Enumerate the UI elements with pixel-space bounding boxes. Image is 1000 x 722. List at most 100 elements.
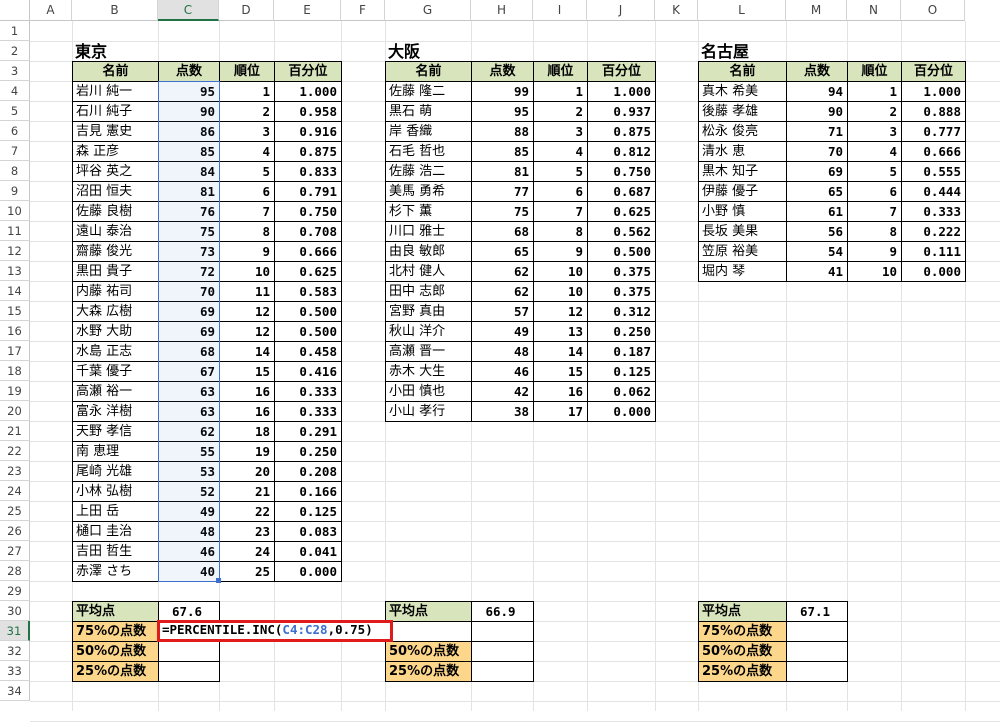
nagoya-value-cell[interactable]: 65 xyxy=(786,181,848,202)
tokyo-value-cell[interactable]: 73 xyxy=(158,241,220,262)
tokyo-value-cell[interactable]: 0.250 xyxy=(274,441,342,462)
tokyo-value-cell[interactable]: 11 xyxy=(219,281,275,302)
tokyo-value-cell[interactable]: 0.750 xyxy=(274,201,342,222)
row-header-17[interactable]: 17 xyxy=(0,341,30,361)
nagoya-avg-value[interactable]: 67.1 xyxy=(786,601,848,622)
tokyo-value-cell[interactable]: 67 xyxy=(158,361,220,382)
tokyo-name-cell[interactable]: 沼田 恒夫 xyxy=(72,181,159,202)
osaka-value-cell[interactable]: 0.125 xyxy=(587,361,656,382)
osaka-value-cell[interactable]: 0.750 xyxy=(587,161,656,182)
tokyo-value-cell[interactable]: 20 xyxy=(219,461,275,482)
nagoya-p25-label[interactable]: 25%の点数 xyxy=(698,661,787,682)
nagoya-value-cell[interactable]: 61 xyxy=(786,201,848,222)
tokyo-name-cell[interactable]: 齋藤 俊光 xyxy=(72,241,159,262)
tokyo-value-cell[interactable]: 52 xyxy=(158,481,220,502)
osaka-value-cell[interactable]: 0.500 xyxy=(587,241,656,262)
tokyo-value-cell[interactable]: 0.791 xyxy=(274,181,342,202)
tokyo-p50-label[interactable]: 50%の点数 xyxy=(72,641,159,662)
osaka-name-cell[interactable]: 黒石 萌 xyxy=(385,101,472,122)
row-header-21[interactable]: 21 xyxy=(0,421,30,441)
tokyo-value-cell[interactable]: 25 xyxy=(219,561,275,582)
osaka-value-cell[interactable]: 0.625 xyxy=(587,201,656,222)
tokyo-value-cell[interactable]: 0.125 xyxy=(274,501,342,522)
nagoya-value-cell[interactable]: 6 xyxy=(847,181,902,202)
osaka-value-cell[interactable]: 14 xyxy=(533,341,588,362)
osaka-avg-label[interactable]: 平均点 xyxy=(385,601,472,622)
osaka-value-cell[interactable]: 1.000 xyxy=(587,81,656,102)
osaka-value-cell[interactable]: 10 xyxy=(533,281,588,302)
tokyo-name-cell[interactable]: 黒田 貴子 xyxy=(72,261,159,282)
row-header-9[interactable]: 9 xyxy=(0,181,30,201)
tokyo-p75-label[interactable]: 75%の点数 xyxy=(72,621,159,642)
nagoya-value-cell[interactable]: 0.333 xyxy=(901,201,966,222)
osaka-value-cell[interactable]: 48 xyxy=(471,341,534,362)
osaka-value-cell[interactable]: 57 xyxy=(471,301,534,322)
tokyo-value-cell[interactable]: 69 xyxy=(158,321,220,342)
osaka-value-cell[interactable]: 46 xyxy=(471,361,534,382)
tokyo-p25-value[interactable] xyxy=(158,661,220,682)
row-header-31[interactable]: 31 xyxy=(0,621,30,641)
tokyo-value-cell[interactable]: 9 xyxy=(219,241,275,262)
tokyo-name-cell[interactable]: 森 正彦 xyxy=(72,141,159,162)
osaka-value-cell[interactable]: 0.187 xyxy=(587,341,656,362)
tokyo-value-cell[interactable]: 0.666 xyxy=(274,241,342,262)
tokyo-value-cell[interactable]: 18 xyxy=(219,421,275,442)
tokyo-value-cell[interactable]: 90 xyxy=(158,101,220,122)
nagoya-value-cell[interactable]: 0.111 xyxy=(901,241,966,262)
row-header-4[interactable]: 4 xyxy=(0,81,30,101)
tokyo-value-cell[interactable]: 0.500 xyxy=(274,321,342,342)
nagoya-p75-label[interactable]: 75%の点数 xyxy=(698,621,787,642)
osaka-value-cell[interactable]: 62 xyxy=(471,281,534,302)
tokyo-value-cell[interactable]: 0.625 xyxy=(274,261,342,282)
tokyo-value-cell[interactable]: 95 xyxy=(158,81,220,102)
nagoya-name-cell[interactable]: 真木 希美 xyxy=(698,81,787,102)
osaka-value-cell[interactable]: 7 xyxy=(533,201,588,222)
row-header-13[interactable]: 13 xyxy=(0,261,30,281)
tokyo-name-cell[interactable]: 水野 大助 xyxy=(72,321,159,342)
tokyo-value-cell[interactable]: 5 xyxy=(219,161,275,182)
osaka-value-cell[interactable]: 0.062 xyxy=(587,381,656,402)
tokyo-name-cell[interactable]: 千葉 優子 xyxy=(72,361,159,382)
tokyo-name-cell[interactable]: 樋口 圭治 xyxy=(72,521,159,542)
nagoya-value-cell[interactable]: 10 xyxy=(847,261,902,282)
tokyo-value-cell[interactable]: 0.000 xyxy=(274,561,342,582)
tokyo-value-cell[interactable]: 85 xyxy=(158,141,220,162)
tokyo-value-cell[interactable]: 0.916 xyxy=(274,121,342,142)
tokyo-name-cell[interactable]: 水島 正志 xyxy=(72,341,159,362)
spreadsheet-grid[interactable]: A B C D E F G H I J K L M N O 1 2 3 4 5 6 7 8 9 10 11 12 13 14 15 16 17… xyxy=(0,0,1000,722)
column-header-o[interactable]: O xyxy=(901,0,965,21)
row-header-22[interactable]: 22 xyxy=(0,441,30,461)
tokyo-header-0[interactable]: 名前 xyxy=(72,61,159,82)
nagoya-name-cell[interactable]: 笠原 裕美 xyxy=(698,241,787,262)
osaka-header-2[interactable]: 順位 xyxy=(533,61,588,82)
nagoya-value-cell[interactable]: 8 xyxy=(847,221,902,242)
osaka-value-cell[interactable]: 0.312 xyxy=(587,301,656,322)
osaka-value-cell[interactable]: 15 xyxy=(533,361,588,382)
tokyo-value-cell[interactable]: 0.833 xyxy=(274,161,342,182)
osaka-value-cell[interactable]: 0.375 xyxy=(587,281,656,302)
osaka-name-cell[interactable]: 岸 香織 xyxy=(385,121,472,142)
nagoya-value-cell[interactable]: 0.777 xyxy=(901,121,966,142)
tokyo-value-cell[interactable]: 12 xyxy=(219,301,275,322)
tokyo-value-cell[interactable]: 0.416 xyxy=(274,361,342,382)
row-header-3[interactable]: 3 xyxy=(0,61,30,81)
nagoya-header-3[interactable]: 百分位 xyxy=(901,61,966,82)
osaka-value-cell[interactable]: 0.562 xyxy=(587,221,656,242)
osaka-value-cell[interactable]: 3 xyxy=(533,121,588,142)
osaka-name-cell[interactable]: 秋山 洋介 xyxy=(385,321,472,342)
osaka-value-cell[interactable]: 0.250 xyxy=(587,321,656,342)
osaka-name-cell[interactable]: 小田 慎也 xyxy=(385,381,472,402)
row-header-34[interactable]: 34 xyxy=(0,681,30,701)
row-header-7[interactable]: 7 xyxy=(0,141,30,161)
tokyo-value-cell[interactable]: 0.041 xyxy=(274,541,342,562)
osaka-value-cell[interactable]: 65 xyxy=(471,241,534,262)
nagoya-name-cell[interactable]: 後藤 孝雄 xyxy=(698,101,787,122)
osaka-name-cell[interactable]: 小山 孝行 xyxy=(385,401,472,422)
osaka-value-cell[interactable]: 81 xyxy=(471,161,534,182)
row-header-23[interactable]: 23 xyxy=(0,461,30,481)
tokyo-value-cell[interactable]: 21 xyxy=(219,481,275,502)
osaka-value-cell[interactable]: 42 xyxy=(471,381,534,402)
column-header-e[interactable]: E xyxy=(274,0,341,21)
osaka-p75-value[interactable] xyxy=(471,621,534,642)
tokyo-value-cell[interactable]: 15 xyxy=(219,361,275,382)
